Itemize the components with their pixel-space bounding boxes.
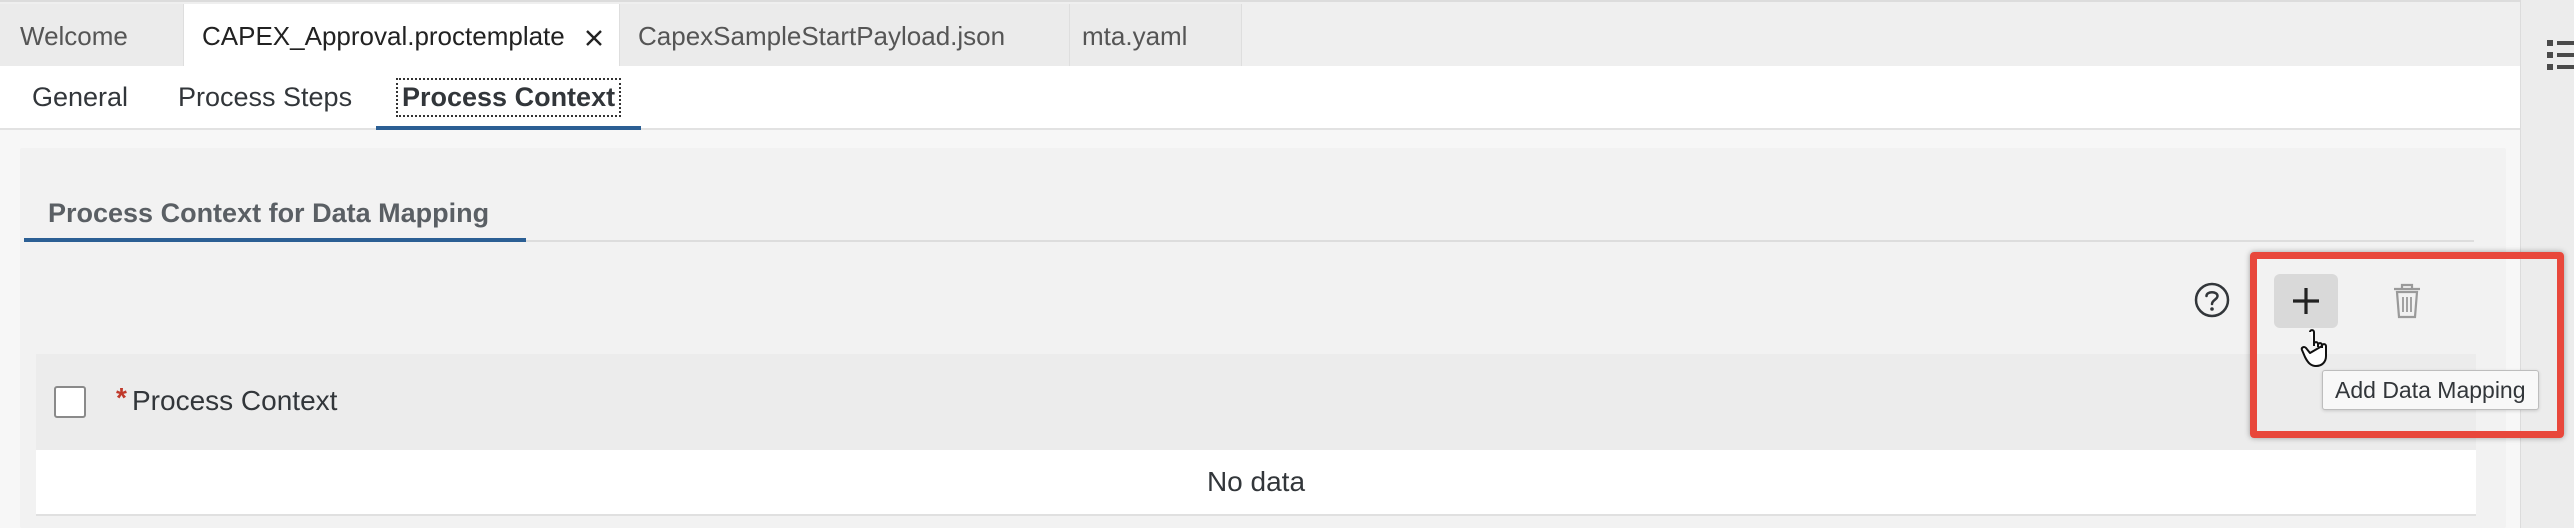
editor-tab-label: CapexSampleStartPayload.json xyxy=(638,20,1006,51)
close-icon[interactable] xyxy=(583,25,605,47)
help-circle-icon xyxy=(2194,282,2230,318)
editor-tab-welcome[interactable]: Welcome xyxy=(0,4,184,68)
table-header-row: * Process Context xyxy=(36,354,2476,452)
tab-process-steps[interactable]: Process Steps xyxy=(154,66,376,128)
tab-label: Process Steps xyxy=(178,81,353,112)
section-tab-data-mapping[interactable]: Process Context for Data Mapping xyxy=(24,186,513,240)
process-context-panel: Process Context for Data Mapping * Proce… xyxy=(20,148,2506,528)
empty-text: No data xyxy=(1206,466,1306,497)
editor-tab-bar: Welcome CAPEX_Approval.proctemplate Cape… xyxy=(0,0,2520,68)
section-tab-indicator xyxy=(24,238,526,242)
editor-tab-label: mta.yaml xyxy=(1082,20,1188,51)
required-marker: * xyxy=(116,382,127,413)
tab-label: Process Context xyxy=(396,77,622,117)
editor-tab-capex-proctemplate[interactable]: CAPEX_Approval.proctemplate xyxy=(184,4,620,68)
help-button[interactable] xyxy=(2190,278,2234,322)
editor-tab-label: Welcome xyxy=(20,20,128,51)
editor-tab-mta-yaml[interactable]: mta.yaml xyxy=(1070,4,1242,68)
editor-tab-capex-payload-json[interactable]: CapexSampleStartPayload.json xyxy=(620,4,1070,68)
section-title: Process Context for Data Mapping xyxy=(48,197,490,228)
tab-general[interactable]: General xyxy=(8,66,152,128)
template-sub-tab-bar: General Process Steps Process Context xyxy=(0,66,2520,130)
tab-label: General xyxy=(32,81,129,112)
editor-tab-label: CAPEX_Approval.proctemplate xyxy=(202,20,565,51)
annotation-highlight-box xyxy=(2250,252,2564,438)
select-all-checkbox[interactable] xyxy=(54,386,86,418)
tab-process-context[interactable]: Process Context xyxy=(376,66,642,130)
column-header-process-context: Process Context xyxy=(132,385,338,416)
table-empty-message: No data xyxy=(36,450,2476,516)
outline-list-icon[interactable] xyxy=(2547,38,2574,79)
